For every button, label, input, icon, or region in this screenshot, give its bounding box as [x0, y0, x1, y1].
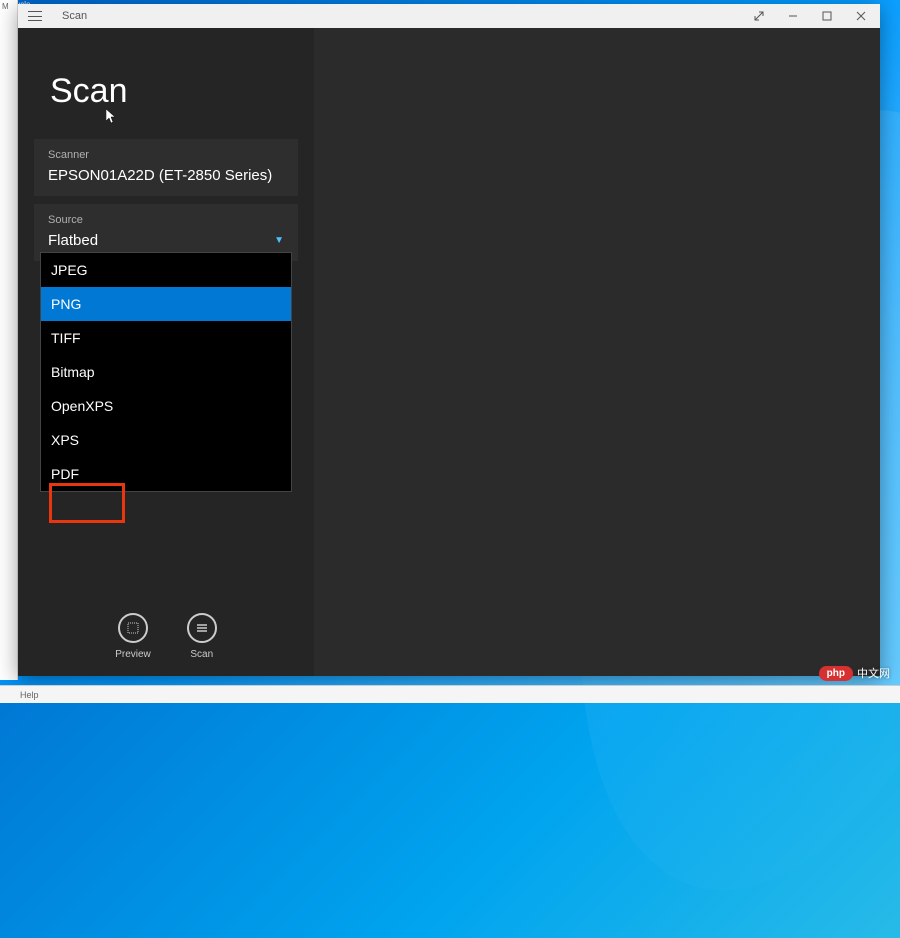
taskbar-help-text: Help: [20, 690, 39, 700]
source-label: Source: [48, 214, 284, 226]
preview-button[interactable]: Preview: [115, 613, 151, 660]
scan-icon: [187, 613, 217, 643]
source-value: Flatbed: [48, 232, 98, 249]
expand-button[interactable]: [742, 4, 776, 28]
hamburger-menu-icon[interactable]: [28, 11, 42, 21]
parent-window-edge: M: [0, 0, 18, 680]
dropdown-option-png[interactable]: PNG: [41, 287, 291, 321]
scan-label: Scan: [190, 649, 213, 660]
dropdown-option-openxps[interactable]: OpenXPS: [41, 389, 291, 423]
preview-icon: [118, 613, 148, 643]
close-button[interactable]: [844, 4, 878, 28]
minimize-button[interactable]: [776, 4, 810, 28]
scanner-value: EPSON01A22D (ET-2850 Series): [48, 167, 284, 184]
titlebar: Scan: [18, 4, 880, 28]
dropdown-option-tiff[interactable]: TIFF: [41, 321, 291, 355]
chevron-down-icon: ▼: [274, 235, 284, 246]
maximize-button[interactable]: [810, 4, 844, 28]
taskbar: Help: [0, 685, 900, 703]
window-title: Scan: [62, 10, 87, 22]
app-title: Scan: [50, 72, 298, 111]
dropdown-option-jpeg[interactable]: JPEG: [41, 253, 291, 287]
file-type-dropdown: JPEG PNG TIFF Bitmap OpenXPS XPS PDF: [40, 252, 292, 492]
dropdown-option-pdf[interactable]: PDF: [41, 457, 291, 491]
dropdown-option-bitmap[interactable]: Bitmap: [41, 355, 291, 389]
watermark-badge: php: [819, 666, 853, 681]
scan-app-window: Scan Scan Scanner EPSON01A22D (ET-28: [18, 4, 880, 676]
scanner-selector[interactable]: Scanner EPSON01A22D (ET-2850 Series): [34, 139, 298, 196]
scan-button[interactable]: Scan: [187, 613, 217, 660]
dropdown-option-xps[interactable]: XPS: [41, 423, 291, 457]
preview-area: [314, 28, 880, 676]
settings-sidebar: Scan Scanner EPSON01A22D (ET-2850 Series…: [18, 28, 314, 676]
scanner-label: Scanner: [48, 149, 284, 161]
preview-label: Preview: [115, 649, 151, 660]
watermark: php 中文网: [819, 665, 890, 681]
watermark-text: 中文网: [857, 665, 890, 681]
